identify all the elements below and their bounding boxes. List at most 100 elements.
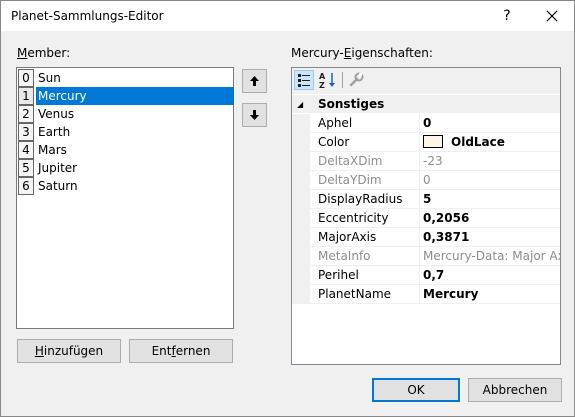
property-name: Color (310, 133, 420, 152)
property-row[interactable]: DeltaXDim -23 (292, 152, 560, 171)
row-gutter (292, 152, 310, 171)
property-name: DisplayRadius (310, 190, 420, 209)
list-item-name: Sun (38, 71, 61, 85)
list-item-name: Mercury (36, 87, 234, 105)
property-row[interactable]: MajorAxis 0,3871 (292, 228, 560, 247)
property-row[interactable]: Perihel 0,7 (292, 266, 560, 285)
move-up-button[interactable] (242, 69, 267, 93)
property-name: PlanetName (310, 285, 420, 304)
row-gutter (292, 171, 310, 190)
list-item-name: Venus (38, 107, 75, 121)
member-label-post: ember: (27, 46, 71, 60)
cancel-button[interactable]: Abbrechen (468, 378, 562, 402)
property-value: Mercury-Data: Major Axis: (420, 247, 560, 266)
property-value: 0 (420, 171, 560, 190)
member-label-accel: M (17, 46, 28, 60)
alphabetical-icon: A Z (319, 72, 335, 90)
remove-label-post: ernen (175, 344, 211, 358)
list-item-name: Jupiter (38, 161, 78, 175)
properties-label-pre: Mercury- (291, 46, 344, 60)
svg-text:Z: Z (319, 81, 325, 90)
property-name: Aphel (310, 114, 420, 133)
property-name: Perihel (310, 266, 420, 285)
property-name: MajorAxis (310, 228, 420, 247)
property-name: MetaInfo (310, 247, 420, 266)
add-label-accel: H (34, 344, 44, 358)
list-item[interactable]: 4 Mars (18, 141, 234, 159)
member-label: Member: (17, 46, 70, 60)
property-grid-body: ◢ Sonstiges Aphel 0 Color OldLace DeltaXDi… (292, 95, 560, 364)
list-item-index: 3 (18, 123, 34, 141)
remove-button[interactable]: Entfernen (129, 339, 233, 363)
list-item-name: Mars (38, 143, 67, 157)
property-pages-icon (349, 72, 364, 87)
property-name: DeltaYDim (310, 171, 420, 190)
move-down-button[interactable] (242, 103, 267, 127)
row-gutter (292, 133, 310, 152)
list-item[interactable]: 2 Venus (18, 105, 234, 123)
categorized-button[interactable] (294, 70, 314, 90)
property-value[interactable]: 0,2056 (420, 209, 560, 228)
svg-text:A: A (319, 72, 326, 81)
category-header[interactable]: ◢ Sonstiges (292, 95, 560, 113)
ok-button[interactable]: OK (372, 378, 460, 402)
close-icon (546, 10, 558, 22)
property-pages-button[interactable] (346, 70, 366, 90)
property-row[interactable]: MetaInfoMercury-Data: Major Axis: (292, 247, 560, 266)
property-value[interactable]: OldLace (420, 133, 560, 152)
property-value[interactable]: 0 (420, 114, 560, 133)
list-item[interactable]: 6 Saturn (18, 177, 234, 195)
list-item-name: Earth (38, 125, 71, 139)
property-grid-toolbar: A Z (292, 68, 560, 94)
property-value[interactable]: 0,7 (420, 266, 560, 285)
list-item-index: 6 (18, 177, 34, 195)
list-item-index: 0 (18, 69, 34, 87)
property-row[interactable]: PlanetName Mercury (292, 285, 560, 304)
property-value: -23 (420, 152, 560, 171)
row-gutter (292, 285, 310, 304)
alphabetical-button[interactable]: A Z (318, 70, 338, 90)
toolbar-separator (342, 72, 343, 88)
list-item-index: 2 (18, 105, 34, 123)
arrow-up-icon (250, 76, 259, 86)
list-item[interactable]: 1 Mercury (18, 87, 234, 105)
property-row[interactable]: DeltaYDim 0 (292, 171, 560, 190)
row-gutter (292, 114, 310, 133)
property-row[interactable]: Eccentricity 0,2056 (292, 209, 560, 228)
add-button[interactable]: Hinzufügen (17, 339, 121, 363)
member-list[interactable]: 0 Sun 1 Mercury 2 Venus 3 Earth 4 Mars 5 Jupit… (16, 67, 234, 329)
properties-label-post: igenschaften: (351, 46, 433, 60)
row-gutter (292, 266, 310, 285)
category-name: Sonstiges (318, 97, 385, 111)
collapse-icon[interactable]: ◢ (297, 100, 303, 109)
property-value[interactable]: 5 (420, 190, 560, 209)
remove-label-pre: Ent (151, 344, 172, 358)
categorized-icon (298, 74, 310, 87)
property-name: Eccentricity (310, 209, 420, 228)
list-item-index: 4 (18, 141, 34, 159)
row-gutter (292, 247, 310, 266)
property-row[interactable]: Aphel 0 (292, 114, 560, 133)
row-gutter (292, 190, 310, 209)
window-title: Planet-Sammlungs-Editor (11, 9, 164, 23)
add-label-post: inzufügen (43, 344, 104, 358)
property-row[interactable]: DisplayRadius 5 (292, 190, 560, 209)
dialog-window: Planet-Sammlungs-Editor ? Member: 0 Sun 1… (0, 0, 575, 417)
property-row[interactable]: Color OldLace (292, 133, 560, 152)
properties-label: Mercury-Eigenschaften: (291, 46, 433, 60)
close-button[interactable] (537, 3, 567, 29)
row-gutter (292, 228, 310, 247)
list-item-name: Saturn (38, 179, 78, 193)
property-value[interactable]: Mercury (420, 285, 560, 304)
property-grid: A Z ◢ Sonstiges Aphel 0 Color OldLace De… (291, 67, 561, 365)
help-button[interactable]: ? (495, 5, 519, 27)
list-item-index: 1 (18, 87, 34, 105)
list-item[interactable]: 5 Jupiter (18, 159, 234, 177)
list-item-index: 5 (18, 159, 34, 177)
color-value-text: OldLace (451, 135, 505, 149)
list-item[interactable]: 3 Earth (18, 123, 234, 141)
property-value[interactable]: 0,3871 (420, 228, 560, 247)
arrow-down-icon (250, 110, 259, 120)
list-item[interactable]: 0 Sun (18, 69, 234, 87)
title-bar[interactable]: Planet-Sammlungs-Editor ? (1, 1, 574, 31)
